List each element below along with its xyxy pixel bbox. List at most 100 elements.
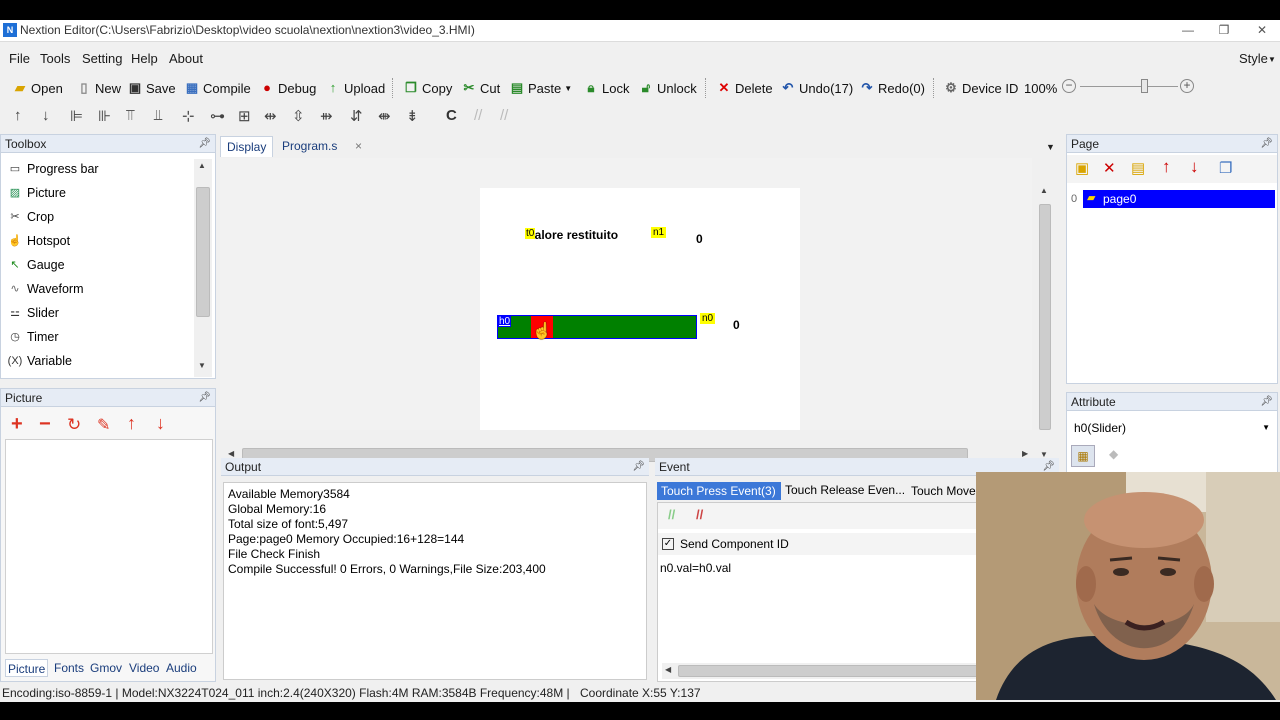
bring-forward-icon[interactable]: ↑ xyxy=(14,107,22,124)
unlock-button[interactable]: 🔓︎ Unlock xyxy=(638,77,697,99)
n0-tag[interactable]: n0 xyxy=(700,313,716,324)
close-button[interactable]: ✕ xyxy=(1252,22,1272,38)
toolbox-item-variable[interactable]: (X) Variable xyxy=(7,351,72,371)
n1-tag[interactable]: n1 xyxy=(651,227,667,238)
compile-button[interactable]: ▦ Compile xyxy=(184,77,251,99)
tab-picture[interactable]: Picture xyxy=(5,659,49,677)
t0-tag[interactable]: t0 xyxy=(525,228,536,239)
toolbox-item-hotspot[interactable]: ☝ Hotspot xyxy=(7,231,70,251)
scroll-left-icon[interactable]: ◀ xyxy=(665,665,671,674)
open-button[interactable]: ▰ Open xyxy=(12,77,63,99)
menu-style[interactable]: Style xyxy=(1239,51,1268,66)
zoom-out-icon[interactable]: − xyxy=(1062,79,1076,93)
toolbox-item-crop[interactable]: ✂ Crop xyxy=(7,207,54,227)
scroll-down-icon[interactable]: ▼ xyxy=(198,361,206,370)
align-bottom-icon[interactable]: ⫫ xyxy=(154,107,162,124)
align-top-icon[interactable]: ⫪ xyxy=(126,107,134,124)
attribute-sort-icon[interactable]: ◆ xyxy=(1109,447,1118,461)
copy-button[interactable]: ❐ Copy xyxy=(403,77,452,99)
add-picture-icon[interactable]: + xyxy=(11,413,23,436)
new-button[interactable]: ▯ New xyxy=(76,77,121,99)
tab-fonts[interactable]: Fonts xyxy=(52,659,86,677)
replace-picture-icon[interactable]: ↻ xyxy=(67,415,81,435)
scroll-left-icon[interactable]: ◀ xyxy=(228,449,234,458)
distribute-h-icon[interactable]: ⇻ xyxy=(320,107,333,125)
page-item-page0[interactable]: ▰ page0 xyxy=(1083,190,1275,208)
slider-track[interactable] xyxy=(497,315,697,339)
attribute-component-select[interactable]: h0(Slider) ▼ xyxy=(1069,417,1275,439)
zoom-slider-track[interactable] xyxy=(1080,86,1178,87)
chevron-down-icon[interactable]: ▼ xyxy=(564,84,572,93)
chevron-down-icon[interactable]: ▼ xyxy=(1262,418,1270,438)
cut-button[interactable]: ✂ Cut xyxy=(461,77,501,99)
send-component-id-checkbox[interactable]: ✓ xyxy=(662,538,674,550)
canvas-vscroll-thumb[interactable] xyxy=(1039,204,1051,430)
restore-button[interactable]: ❐ xyxy=(1214,22,1234,38)
menu-tools[interactable]: Tools xyxy=(40,51,70,66)
uncomment-icon[interactable]: // xyxy=(696,507,703,522)
spacing-h-icon[interactable]: ⇼ xyxy=(378,107,391,125)
paste-button[interactable]: ▤ Paste ▼ xyxy=(509,77,572,99)
undo-button[interactable]: ↶ Undo(17) xyxy=(780,77,854,99)
align-left-icon[interactable]: ⊫ xyxy=(70,107,83,125)
event-code[interactable]: n0.val=h0.val xyxy=(660,561,731,575)
center-vertical-icon[interactable]: ⊶ xyxy=(210,107,225,125)
save-button[interactable]: ▣ Save xyxy=(127,77,176,99)
align-right-icon[interactable]: ⊪ xyxy=(98,107,111,125)
insert-page-icon[interactable]: ▤ xyxy=(1131,159,1145,177)
page-up-icon[interactable]: ↑ xyxy=(1162,157,1171,177)
move-down-icon[interactable]: ↓ xyxy=(156,413,165,434)
device-id-button[interactable]: ⚙ Device ID xyxy=(943,77,1018,99)
tab-display[interactable]: Display xyxy=(220,136,274,157)
attribute-category-icon[interactable]: ▦ xyxy=(1071,445,1095,467)
toolbox-item-slider[interactable]: ⚍ Slider xyxy=(7,303,59,323)
copy-page-icon[interactable]: ❐ xyxy=(1219,159,1232,177)
lock-button[interactable]: 🔒︎ Lock xyxy=(583,77,630,99)
menu-setting[interactable]: Setting xyxy=(82,51,122,66)
tab-touch-press[interactable]: Touch Press Event(3) xyxy=(657,482,781,500)
toolbox-scrollbar[interactable]: ▲ ▼ xyxy=(194,159,212,377)
zoom-slider-thumb[interactable] xyxy=(1140,79,1148,93)
tab-audio[interactable]: Audio xyxy=(164,659,199,677)
move-up-icon[interactable]: ↑ xyxy=(127,413,136,434)
page-down-icon[interactable]: ↓ xyxy=(1190,157,1199,177)
zoom-in-icon[interactable]: + xyxy=(1180,79,1194,93)
menu-file[interactable]: File xyxy=(9,51,30,66)
edit-picture-icon[interactable]: ✎ xyxy=(97,415,110,435)
toolbox-item-gauge[interactable]: ↖ Gauge xyxy=(7,255,64,275)
pin-icon[interactable]: 📌︎ xyxy=(198,389,211,407)
canvas-vertical-scrollbar[interactable]: ▲ ▼ xyxy=(1036,184,1054,468)
toolbox-item-timer[interactable]: ◷ Timer xyxy=(7,327,58,347)
delete-page-icon[interactable]: ✕ xyxy=(1103,159,1116,177)
pin-icon[interactable]: 📌︎ xyxy=(1260,135,1273,153)
style-dropdown-icon[interactable]: ▼ xyxy=(1268,55,1276,64)
add-page-icon[interactable]: ▣ xyxy=(1075,159,1089,177)
comment-icon[interactable]: C xyxy=(446,107,457,124)
picture-list[interactable] xyxy=(5,439,213,654)
toolbox-scroll-thumb[interactable] xyxy=(196,187,210,317)
n0-number-value[interactable]: 0 xyxy=(733,318,740,332)
scroll-up-icon[interactable]: ▲ xyxy=(198,161,206,170)
toolbox-item-progress-bar[interactable]: ▭ Progress bar xyxy=(7,159,99,179)
scroll-right-icon[interactable]: ▶ xyxy=(1022,449,1028,458)
tab-gmov[interactable]: Gmov xyxy=(88,659,124,677)
display-page[interactable]: valore restituito t0 n1 0 h0 n0 0 ☝ xyxy=(480,188,800,430)
tab-list-dropdown-icon[interactable]: ▼ xyxy=(1046,142,1055,152)
tab-touch-move[interactable]: Touch Move xyxy=(911,482,976,500)
upload-button[interactable]: ↑ Upload xyxy=(325,77,385,99)
send-backward-icon[interactable]: ↓ xyxy=(42,107,50,124)
redo-button[interactable]: ↷ Redo(0) xyxy=(859,77,925,99)
delete-picture-icon[interactable]: − xyxy=(39,413,51,436)
n1-number-value[interactable]: 0 xyxy=(696,232,703,246)
toolbox-item-picture[interactable]: ▨ Picture xyxy=(7,183,66,203)
center-horizontal-icon[interactable]: ⊹ xyxy=(182,107,195,125)
distribute-v-icon[interactable]: ⇵ xyxy=(350,107,363,125)
toolbox-item-waveform[interactable]: ∿ Waveform xyxy=(7,279,83,299)
debug-button[interactable]: ● Debug xyxy=(259,77,316,99)
same-width-icon[interactable]: ⇹ xyxy=(264,107,277,125)
spacing-v-icon[interactable]: ⇟ xyxy=(406,107,419,125)
minimize-button[interactable]: — xyxy=(1178,22,1198,38)
pin-icon[interactable]: 📌︎ xyxy=(632,458,645,476)
tab-program[interactable]: Program.s xyxy=(276,136,343,156)
tab-touch-release[interactable]: Touch Release Even... xyxy=(785,481,905,499)
